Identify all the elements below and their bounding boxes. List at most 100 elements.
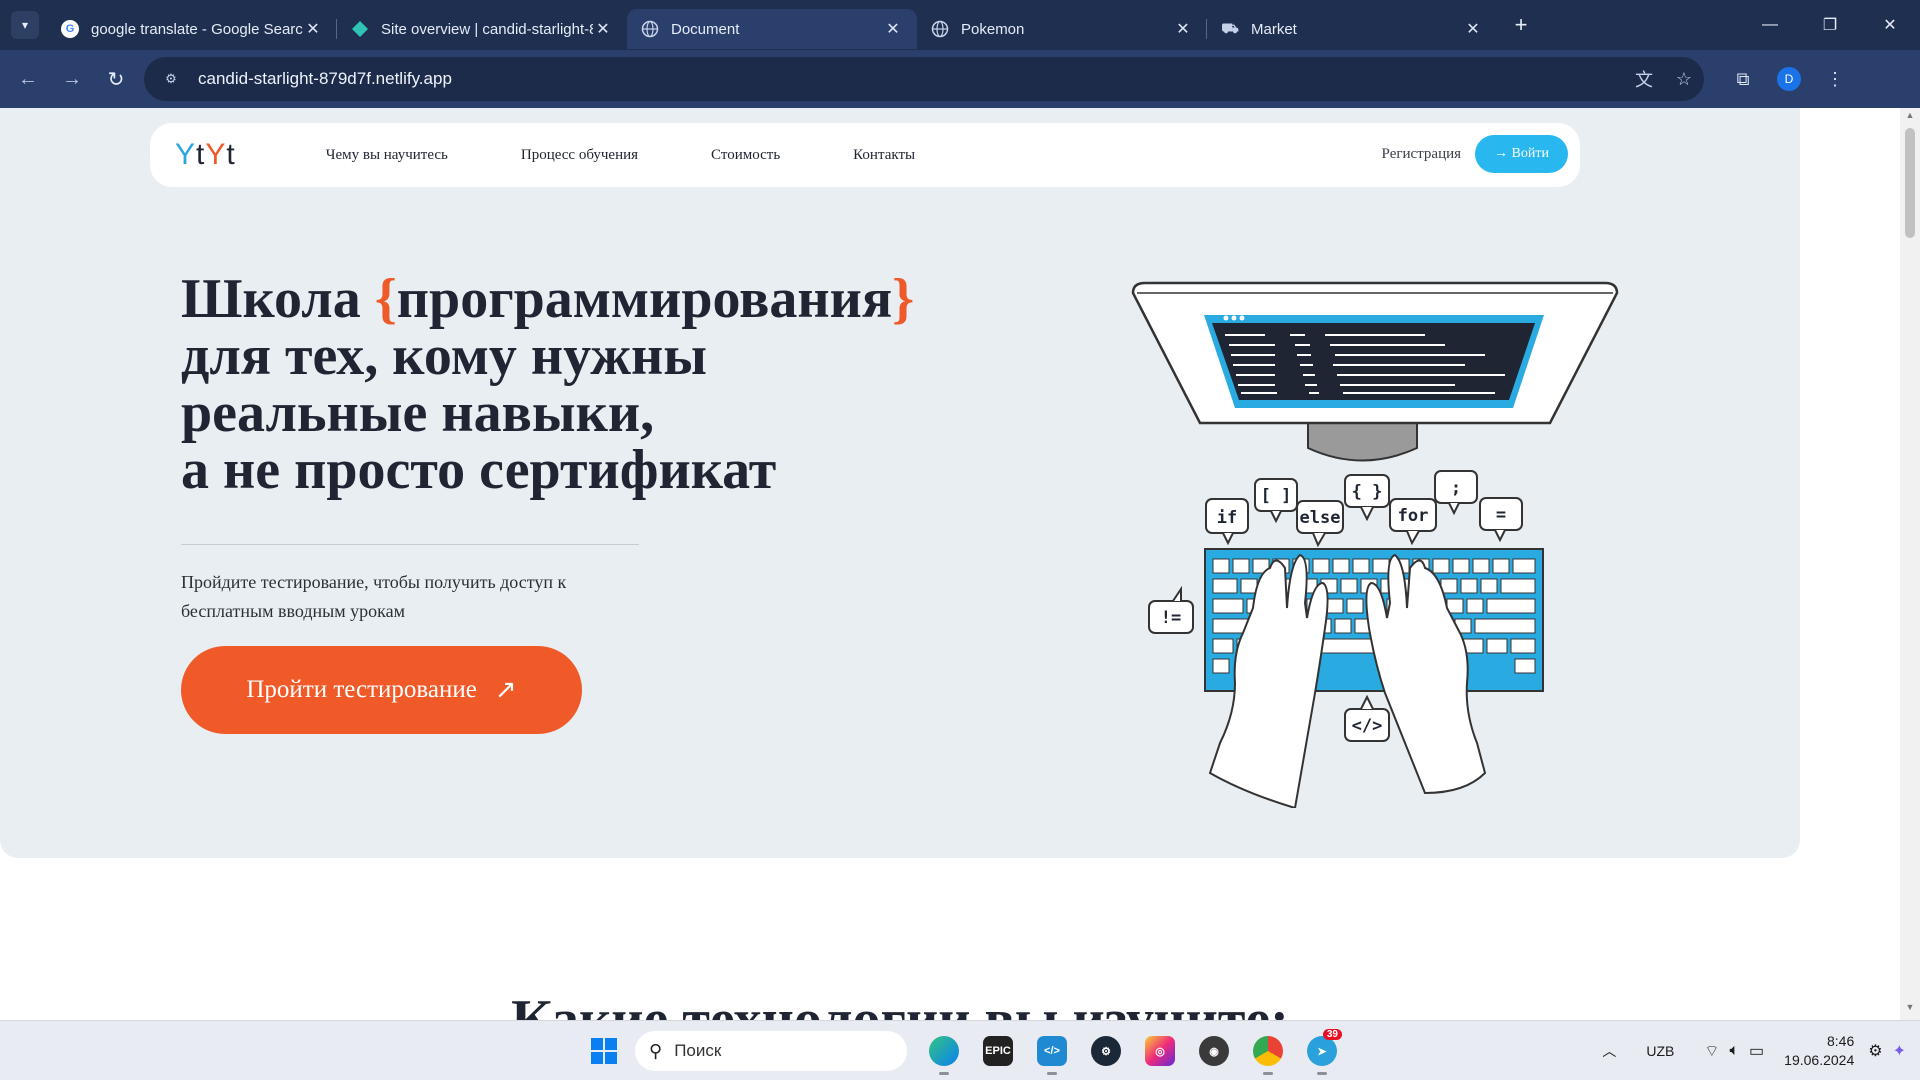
take-test-button[interactable]: Пройти тестирование ↗ bbox=[181, 646, 582, 734]
bubble-equals: = bbox=[1479, 497, 1523, 543]
tab-search-button[interactable]: ▾ bbox=[11, 11, 39, 39]
language-indicator[interactable]: UZB bbox=[1646, 1043, 1674, 1059]
taskbar-apps: ⚲ Поиск EPIC </> ⚙ ◎ ◉ ➤ 39 bbox=[583, 1029, 1349, 1075]
running-indicator bbox=[939, 1072, 949, 1075]
hero-headline: Школа {программирования} для тех, кому н… bbox=[181, 271, 941, 499]
clock-time: 8:46 bbox=[1827, 1033, 1855, 1049]
copilot-icon[interactable]: ✦ bbox=[1893, 1041, 1906, 1061]
login-button[interactable]: → Войти bbox=[1475, 135, 1568, 173]
running-indicator bbox=[1317, 1072, 1327, 1075]
telegram-app-icon[interactable]: ➤ 39 bbox=[1300, 1029, 1344, 1075]
taskbar-search[interactable]: ⚲ Поиск bbox=[635, 1031, 907, 1071]
tray-overflow-icon[interactable]: ︿ bbox=[1602, 1041, 1616, 1061]
globe-icon bbox=[931, 20, 949, 38]
vscode-app-icon[interactable]: </> bbox=[1030, 1029, 1074, 1075]
tab-title: Pokemon bbox=[961, 20, 1025, 38]
bubble-brackets: [ ] bbox=[1254, 478, 1298, 524]
toolbar-right: ⧉ D ⋮ bbox=[1720, 67, 1858, 91]
headline-text: программирования bbox=[396, 268, 893, 330]
close-icon[interactable]: ✕ bbox=[303, 19, 323, 39]
bubble-if: if bbox=[1205, 498, 1249, 546]
bubble-for: for bbox=[1389, 498, 1437, 546]
browser-tab[interactable]: G google translate - Google Search ✕ bbox=[47, 9, 337, 49]
close-icon[interactable]: ✕ bbox=[1173, 19, 1193, 39]
netlify-icon bbox=[351, 20, 369, 38]
scrollbar-thumb[interactable] bbox=[1905, 128, 1915, 238]
hero-section: YtYt Чему вы научитесь Процесс обучения … bbox=[0, 108, 1800, 858]
register-link[interactable]: Регистрация bbox=[1382, 146, 1462, 163]
logo-letter: t bbox=[226, 138, 236, 171]
nav-link-contacts[interactable]: Контакты bbox=[853, 147, 915, 164]
bubble-text: = bbox=[1496, 505, 1506, 525]
bubble-semicolon: ; bbox=[1434, 470, 1478, 516]
clock[interactable]: 8:46 19.06.2024 bbox=[1784, 1032, 1854, 1070]
minimize-icon[interactable]: — bbox=[1740, 0, 1800, 50]
hero-divider bbox=[181, 544, 639, 545]
obs-app-icon[interactable]: ◉ bbox=[1192, 1029, 1236, 1073]
technologies-heading: Какие технологии вы изучите: bbox=[511, 989, 1289, 1020]
nav-link-learn[interactable]: Чему вы научитесь bbox=[326, 147, 448, 164]
close-icon[interactable]: ✕ bbox=[883, 19, 903, 39]
site-navbar: YtYt Чему вы научитесь Процесс обучения … bbox=[150, 123, 1580, 187]
translate-icon[interactable]: 文 bbox=[1624, 66, 1664, 92]
bubble-not-equal: != bbox=[1148, 585, 1194, 634]
browser-tab[interactable]: Pokemon ✕ bbox=[917, 9, 1207, 49]
clock-date: 19.06.2024 bbox=[1784, 1052, 1855, 1068]
logo-letter: Y bbox=[175, 138, 197, 171]
battery-icon[interactable]: ▭ bbox=[1749, 1041, 1764, 1061]
bubble-tag: </> bbox=[1344, 694, 1390, 742]
edge-app-icon[interactable] bbox=[922, 1029, 966, 1075]
hero-subtext: Пройдите тестирование, чтобы получить до… bbox=[181, 572, 567, 621]
nav-link-process[interactable]: Процесс обучения bbox=[521, 147, 638, 164]
windows-start-icon[interactable] bbox=[583, 1030, 625, 1072]
restore-icon[interactable]: ❐ bbox=[1800, 0, 1860, 50]
bubble-text: ; bbox=[1451, 478, 1461, 498]
settings-gear-icon[interactable]: ⚙ bbox=[1868, 1041, 1882, 1061]
volume-icon[interactable]: 🔈︎ bbox=[1729, 1042, 1739, 1060]
search-placeholder: Поиск bbox=[674, 1041, 722, 1060]
chevron-down-icon: ▾ bbox=[21, 18, 29, 32]
windows-taskbar: ⚲ Поиск EPIC </> ⚙ ◎ ◉ ➤ 39 ︿ UZB ⌔ 🔈︎ ▭ … bbox=[0, 1020, 1920, 1080]
bubble-text: for bbox=[1398, 506, 1429, 526]
browser-tab-bar: ▾ G google translate - Google Search ✕ S… bbox=[0, 0, 1920, 50]
globe-icon bbox=[641, 20, 659, 38]
instagram-app-icon[interactable]: ◎ bbox=[1138, 1029, 1182, 1073]
bubble-text: </> bbox=[1352, 716, 1383, 736]
notification-badge: 39 bbox=[1322, 1029, 1342, 1040]
logo-letter: Y bbox=[205, 138, 227, 171]
headline-brace: } bbox=[892, 268, 915, 330]
app-label: EPIC bbox=[983, 1036, 1013, 1066]
bubble-text: if bbox=[1217, 508, 1237, 528]
tab-title: Market bbox=[1251, 20, 1297, 38]
close-icon[interactable]: ✕ bbox=[1463, 19, 1483, 39]
browser-tab-active[interactable]: Document ✕ bbox=[627, 9, 917, 49]
wifi-icon[interactable]: ⌔ bbox=[1704, 1041, 1719, 1061]
steam-app-icon[interactable]: ⚙ bbox=[1084, 1029, 1128, 1073]
reload-icon[interactable]: ↻ bbox=[94, 57, 138, 101]
browser-tab[interactable]: ⛟ Market ✕ bbox=[1207, 9, 1497, 49]
browser-tab[interactable]: Site overview | candid-starlight-879d7f … bbox=[337, 9, 627, 49]
close-icon[interactable]: ✕ bbox=[593, 19, 613, 39]
back-arrow-icon[interactable]: ← bbox=[6, 57, 50, 101]
address-bar[interactable]: ⚙ candid-starlight-879d7f.netlify.app 文 … bbox=[144, 57, 1704, 101]
extensions-icon[interactable]: ⧉ bbox=[1720, 69, 1766, 90]
forward-arrow-icon[interactable]: → bbox=[50, 57, 94, 101]
running-indicator bbox=[1263, 1072, 1273, 1075]
scroll-down-icon[interactable]: ▼ bbox=[1900, 1002, 1920, 1018]
menu-kebab-icon[interactable]: ⋮ bbox=[1812, 69, 1858, 90]
scroll-up-icon[interactable]: ▲ bbox=[1900, 110, 1920, 126]
bookmark-star-icon[interactable]: ☆ bbox=[1664, 69, 1704, 90]
site-logo[interactable]: YtYt bbox=[175, 138, 236, 172]
site-settings-icon[interactable]: ⚙ bbox=[158, 66, 184, 92]
headline-text: реальные навыки, bbox=[181, 382, 655, 444]
page-scrollbar[interactable]: ▲ ▼ bbox=[1900, 108, 1920, 1020]
headline-text: а не просто сертификат bbox=[181, 439, 777, 501]
nav-link-pricing[interactable]: Стоимость bbox=[711, 147, 780, 164]
headline-brace: { bbox=[374, 268, 397, 330]
profile-avatar[interactable]: D bbox=[1777, 67, 1801, 91]
epic-games-app-icon[interactable]: EPIC bbox=[976, 1029, 1020, 1073]
new-tab-button[interactable]: + bbox=[1503, 12, 1539, 38]
bubble-else: else bbox=[1296, 500, 1344, 548]
chrome-app-icon[interactable] bbox=[1246, 1029, 1290, 1075]
close-window-icon[interactable]: ✕ bbox=[1860, 0, 1920, 50]
